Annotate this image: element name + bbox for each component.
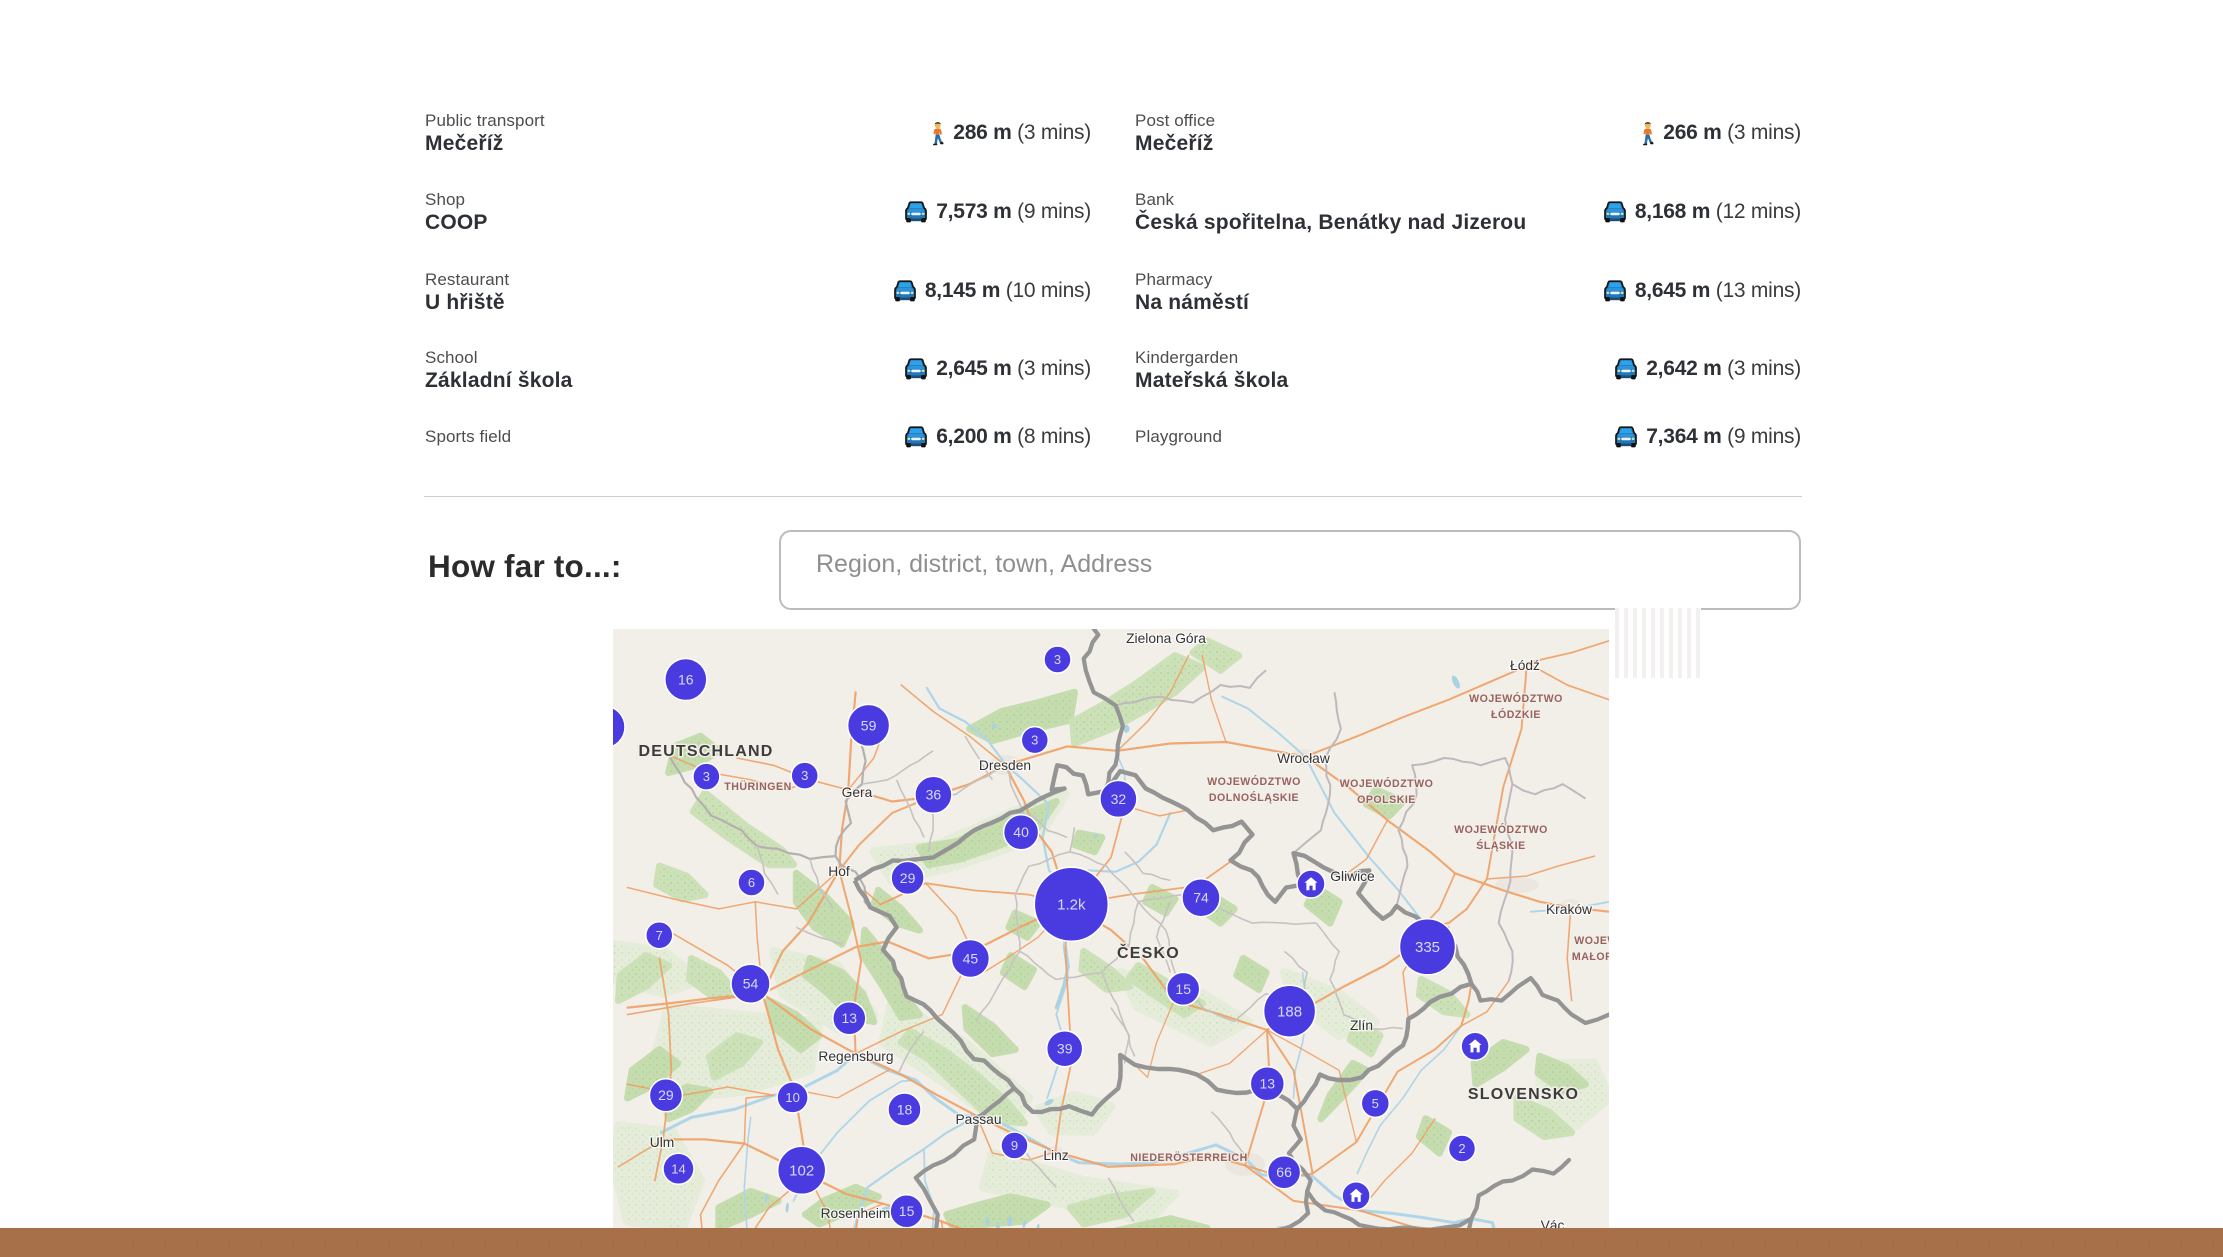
svg-text:DOLNOŚLĄSKIE: DOLNOŚLĄSKIE — [1209, 791, 1299, 804]
svg-text:102: 102 — [789, 1163, 814, 1180]
svg-text:6: 6 — [748, 875, 755, 890]
svg-text:Passau: Passau — [955, 1112, 1001, 1127]
svg-text:13: 13 — [1260, 1076, 1276, 1092]
svg-text:335: 335 — [1415, 939, 1440, 956]
svg-text:40: 40 — [1013, 824, 1029, 840]
svg-text:Kraków: Kraków — [1546, 902, 1592, 917]
svg-text:2: 2 — [1458, 1141, 1465, 1156]
svg-text:Gliwice: Gliwice — [1330, 869, 1375, 884]
svg-text:15: 15 — [899, 1203, 915, 1219]
svg-text:Wrocław: Wrocław — [1277, 751, 1330, 766]
svg-text:32: 32 — [1111, 791, 1127, 807]
svg-text:NIEDERÖSTERREICH: NIEDERÖSTERREICH — [1130, 1151, 1247, 1164]
svg-text:3: 3 — [801, 768, 808, 783]
svg-text:39: 39 — [1057, 1041, 1073, 1057]
svg-text:18: 18 — [897, 1101, 913, 1117]
svg-text:ŚLĄSKIE: ŚLĄSKIE — [1476, 839, 1525, 852]
svg-text:ČESKO: ČESKO — [1117, 943, 1180, 962]
svg-text:OPOLSKIE: OPOLSKIE — [1357, 794, 1416, 806]
svg-text:45: 45 — [963, 950, 979, 966]
svg-text:WOJEWÓDZTWO: WOJEWÓDZTWO — [1469, 692, 1563, 705]
svg-text:Hof: Hof — [828, 864, 850, 879]
svg-text:59: 59 — [861, 717, 877, 733]
svg-text:9: 9 — [1011, 1138, 1018, 1153]
svg-text:29: 29 — [658, 1087, 674, 1103]
svg-text:Gera: Gera — [842, 785, 873, 800]
svg-text:36: 36 — [926, 787, 942, 803]
svg-text:Zielona Góra: Zielona Góra — [1126, 631, 1206, 646]
svg-text:29: 29 — [900, 870, 916, 886]
svg-text:54: 54 — [743, 976, 759, 992]
svg-text:Łódź: Łódź — [1510, 658, 1540, 673]
svg-text:DEUTSCHLAND: DEUTSCHLAND — [639, 743, 774, 760]
svg-text:Dresden: Dresden — [979, 758, 1031, 773]
svg-text:66: 66 — [1276, 1164, 1292, 1180]
svg-text:WOJEWÓDZTWO: WOJEWÓDZTWO — [1207, 775, 1301, 788]
svg-text:10: 10 — [785, 1090, 799, 1105]
svg-text:15: 15 — [1175, 981, 1191, 997]
svg-text:5: 5 — [1372, 1096, 1379, 1111]
svg-text:Linz: Linz — [1043, 1148, 1068, 1163]
svg-text:3: 3 — [1054, 652, 1061, 667]
svg-text:SLOVENSKO: SLOVENSKO — [1468, 1086, 1579, 1103]
svg-text:188: 188 — [1277, 1004, 1302, 1021]
svg-text:3: 3 — [703, 769, 710, 784]
svg-text:WOJEWÓDZ: WOJEWÓDZ — [1574, 934, 1609, 947]
svg-text:Regensburg: Regensburg — [818, 1049, 893, 1064]
svg-text:13: 13 — [842, 1010, 858, 1026]
svg-text:THÜRINGEN: THÜRINGEN — [724, 780, 791, 793]
svg-text:16: 16 — [678, 671, 694, 687]
svg-text:Zlín: Zlín — [1350, 1018, 1373, 1033]
svg-text:14: 14 — [671, 1161, 685, 1176]
svg-text:Rosenheim: Rosenheim — [821, 1206, 891, 1221]
svg-text:7: 7 — [656, 928, 663, 943]
svg-text:WOJEWÓDZTWO: WOJEWÓDZTWO — [1340, 777, 1434, 790]
svg-text:ŁÓDZKIE: ŁÓDZKIE — [1491, 708, 1541, 721]
svg-text:74: 74 — [1193, 890, 1209, 906]
svg-text:WOJEWÓDZTWO: WOJEWÓDZTWO — [1454, 823, 1548, 836]
svg-text:1.2k: 1.2k — [1057, 897, 1086, 914]
svg-text:3: 3 — [1031, 733, 1038, 748]
svg-text:Ulm: Ulm — [650, 1135, 675, 1150]
svg-text:MAŁOPOLSK: MAŁOPOLSK — [1572, 951, 1609, 963]
